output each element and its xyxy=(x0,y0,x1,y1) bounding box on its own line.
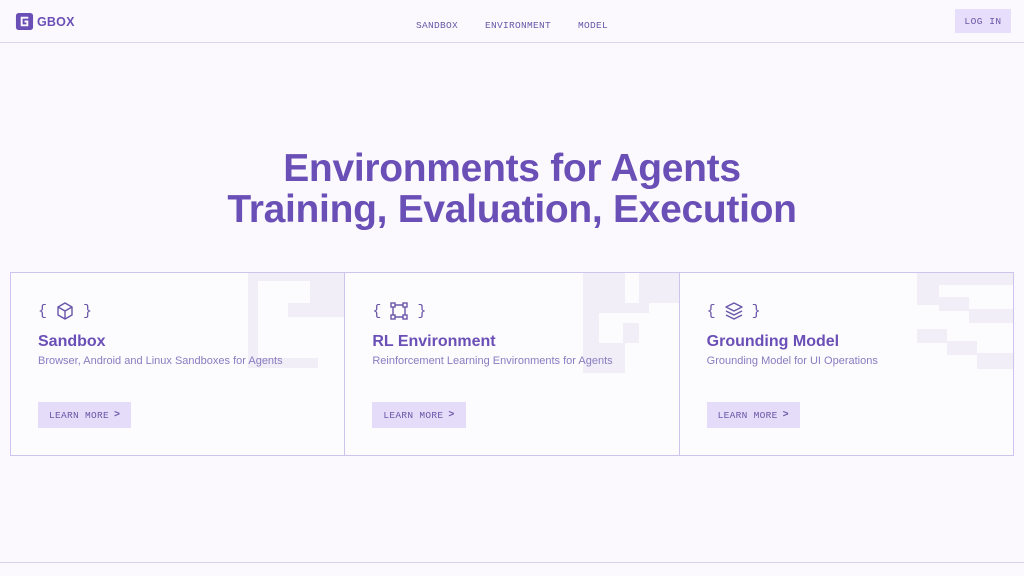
gbox-logo-icon xyxy=(15,12,34,31)
learn-more-label: LEARN MORE xyxy=(383,409,444,421)
hero-section: Environments for Agents Training, Evalua… xyxy=(0,148,1024,230)
card-title: Sandbox xyxy=(38,333,106,350)
open-brace: { xyxy=(38,302,48,320)
card-title: Grounding Model xyxy=(706,333,840,350)
gbox-logo[interactable]: GBOX xyxy=(15,12,75,31)
feature-cards: { } Sandbox Browser, Android and Linux S… xyxy=(10,272,1014,456)
open-brace: { xyxy=(372,302,382,320)
layers-icon xyxy=(724,302,743,320)
close-brace: } xyxy=(751,302,761,320)
card-icon-row: { } xyxy=(707,301,761,321)
nav-link-sandbox[interactable]: SANDBOX xyxy=(416,20,458,31)
close-brace: } xyxy=(417,302,427,320)
learn-more-button[interactable]: LEARN MORE > xyxy=(38,402,132,428)
card-title: RL Environment xyxy=(372,333,496,350)
login-button[interactable]: LOG IN xyxy=(955,9,1011,33)
chevron-right-icon: > xyxy=(782,409,789,421)
learn-more-button[interactable]: LEARN MORE > xyxy=(706,402,800,428)
card-description: Grounding Model for UI Operations xyxy=(706,355,878,367)
card-icon-row: { } xyxy=(372,301,426,321)
learn-more-button[interactable]: LEARN MORE > xyxy=(372,402,466,428)
top-navigation-bar: GBOX SANDBOX ENVIRONMENT MODEL LOG IN xyxy=(0,0,1024,43)
section-divider xyxy=(0,562,1024,563)
layers-background-icon xyxy=(916,273,1013,369)
card-grounding-model: { } Grounding Model Grounding Model for … xyxy=(680,273,1013,455)
main-nav: SANDBOX ENVIRONMENT MODEL xyxy=(0,15,1024,33)
open-brace: { xyxy=(706,302,716,320)
card-rl-environment: { } RL Environment Reinforcement Learnin… xyxy=(345,273,680,455)
card-sandbox: { } Sandbox Browser, Android and Linux S… xyxy=(11,273,346,455)
cube-icon xyxy=(57,302,73,320)
network-icon xyxy=(390,302,409,320)
nav-link-model[interactable]: MODEL xyxy=(578,20,608,31)
learn-more-label: LEARN MORE xyxy=(49,409,110,421)
logo-text: GBOX xyxy=(37,14,75,29)
card-description: Browser, Android and Linux Sandboxes for… xyxy=(38,355,283,367)
card-description: Reinforcement Learning Environments for … xyxy=(372,355,613,367)
nav-link-environment[interactable]: ENVIRONMENT xyxy=(485,20,551,31)
learn-more-label: LEARN MORE xyxy=(717,409,778,421)
card-icon-row: { } xyxy=(38,301,92,321)
hero-title-line-1: Environments for Agents xyxy=(283,147,741,190)
hero-title-line-2: Training, Evaluation, Execution xyxy=(227,188,797,231)
chevron-right-icon: > xyxy=(114,409,121,421)
close-brace: } xyxy=(83,302,93,320)
chevron-right-icon: > xyxy=(448,409,455,421)
